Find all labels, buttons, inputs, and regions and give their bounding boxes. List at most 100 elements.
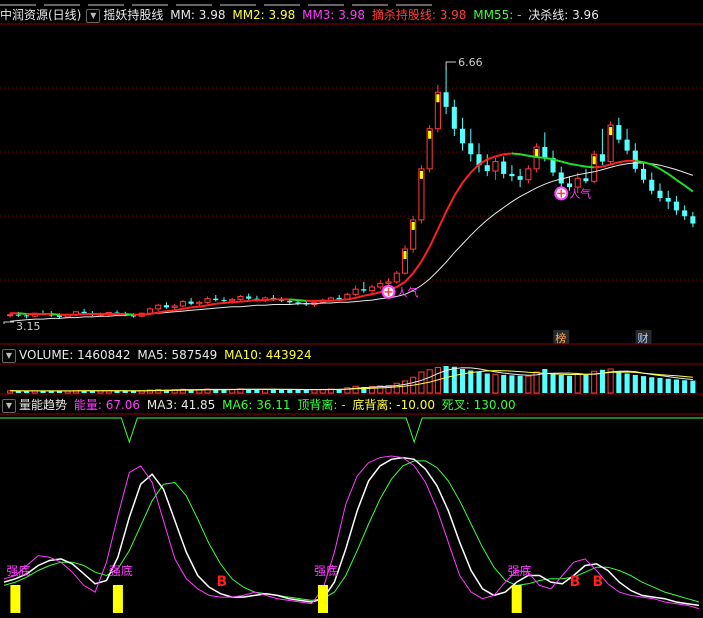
collapse-triangle-icon[interactable]: ▼	[2, 348, 16, 363]
volume-bar	[352, 385, 359, 394]
ma-trend-line	[643, 161, 653, 166]
bottom-divergence-value: 底背离: -10.00	[352, 398, 435, 412]
ma-trend-line	[453, 182, 464, 197]
candle-body	[287, 300, 293, 303]
ma-trend-line	[684, 184, 694, 193]
ma-trend-line	[232, 300, 241, 304]
volume-bar	[517, 375, 523, 393]
candle-body	[451, 106, 457, 129]
strong-bottom-label: 强底	[508, 563, 532, 578]
ma3-value: MA3: 41.85	[146, 398, 216, 412]
stock-name: 中润资源(日线)	[0, 8, 82, 22]
candle-body	[188, 301, 194, 304]
strong-bottom-bar	[112, 585, 123, 613]
ma-trend-line	[297, 299, 307, 302]
candle-body	[146, 308, 154, 314]
stock-chart-canvas: 6.663.15人气人气榜 财强底 强底B强底 强底B B	[0, 23, 703, 613]
volume-bar	[632, 375, 638, 393]
bottom-tag-label: 财	[638, 331, 649, 345]
candle-body	[501, 161, 507, 174]
ma-trend-line	[420, 246, 431, 262]
ma-trend-line	[503, 152, 512, 156]
candle-body	[179, 301, 186, 307]
volume-ma5-line	[10, 367, 693, 392]
ma-trend-line	[404, 272, 414, 283]
volume-bar	[649, 377, 655, 393]
top-divergence-value: 顶背离: -	[297, 398, 346, 412]
ma-trend-line	[248, 299, 257, 302]
volume-bar	[566, 375, 573, 393]
max-price-pointer	[445, 61, 457, 70]
ma-trend-line	[511, 152, 521, 156]
volume-bar	[690, 380, 696, 393]
ma-trend-line	[51, 312, 60, 316]
ma-trend-line	[75, 312, 85, 316]
candle-highlight	[419, 170, 423, 179]
candle-body	[649, 179, 655, 191]
collapse-triangle-icon[interactable]: ▼	[2, 398, 16, 413]
strong-bottom-label: 强底	[314, 563, 338, 578]
mm-value: MM: 3.98	[170, 8, 226, 22]
volume-bar	[484, 373, 490, 393]
ma-trend-line	[594, 165, 603, 169]
candle-body	[24, 315, 30, 317]
candle-highlight	[436, 94, 440, 103]
candle-body	[509, 173, 515, 177]
candle-body	[7, 314, 14, 317]
buy-signal-label: B	[592, 574, 603, 590]
collapse-triangle-icon[interactable]: ▼	[86, 8, 101, 23]
candle-body	[361, 289, 367, 291]
strong-bottom-bar	[511, 585, 522, 613]
indicator-name[interactable]: 摇妖持股线	[103, 8, 163, 22]
candle-body	[246, 296, 252, 299]
ma-trend-line	[371, 291, 381, 296]
volume-bar	[401, 380, 409, 394]
volume-bar	[303, 389, 309, 393]
vol-ma10-value: MA10: 443924	[224, 348, 312, 362]
ma-trend-line	[569, 162, 578, 167]
candle-body	[352, 288, 359, 295]
mm2-value: MM2: 3.98	[232, 8, 296, 22]
candle-highlight	[411, 221, 415, 230]
volume-bar	[476, 372, 482, 393]
jue-value: 决杀线: 3.96	[528, 8, 599, 22]
ma-trend-line	[125, 312, 134, 316]
candle-body	[155, 304, 162, 310]
candle-body	[377, 282, 384, 288]
candle-body	[616, 125, 622, 140]
energy-title[interactable]: 量能趋势	[19, 398, 67, 412]
candle-body	[517, 176, 523, 180]
volume-bar	[542, 369, 548, 393]
volume-bar	[624, 373, 630, 393]
ma-trend-line	[191, 305, 200, 309]
volume-bar	[460, 369, 466, 393]
popularity-marker-label: 人气	[397, 285, 419, 299]
ma6-value: MA6: 36.11	[222, 398, 291, 412]
candle-highlight	[609, 127, 613, 136]
main-chart-header: 中润资源(日线) ▼ 摇妖持股线 MM: 3.98 MM2: 3.98 MM3: 3…	[0, 6, 602, 24]
candle-body	[213, 298, 219, 301]
candle-body	[171, 305, 178, 308]
volume-bar	[418, 371, 425, 394]
mm55-value: MM55: -	[473, 8, 522, 22]
volume-bar	[616, 372, 622, 393]
volume-value[interactable]: VOLUME: 1460842	[19, 348, 131, 362]
volume-bar	[64, 390, 71, 394]
candle-body	[492, 161, 499, 172]
candle-body	[196, 301, 203, 305]
candle-body	[229, 298, 236, 302]
candle-body	[484, 165, 490, 172]
ma-trend-line	[577, 164, 587, 168]
candle-body	[525, 168, 532, 181]
volume-bar	[254, 389, 260, 393]
volume-bar	[640, 376, 647, 393]
volume-bar	[583, 375, 589, 393]
ma-trend-line	[265, 298, 274, 302]
strong-bottom-label: 强底	[6, 563, 30, 578]
volume-bar	[279, 389, 285, 393]
volume-bar	[550, 373, 556, 393]
ma-trend-line	[330, 299, 340, 302]
candle-body	[624, 139, 630, 151]
candle-highlight	[592, 156, 596, 165]
candle-highlight	[403, 251, 407, 260]
